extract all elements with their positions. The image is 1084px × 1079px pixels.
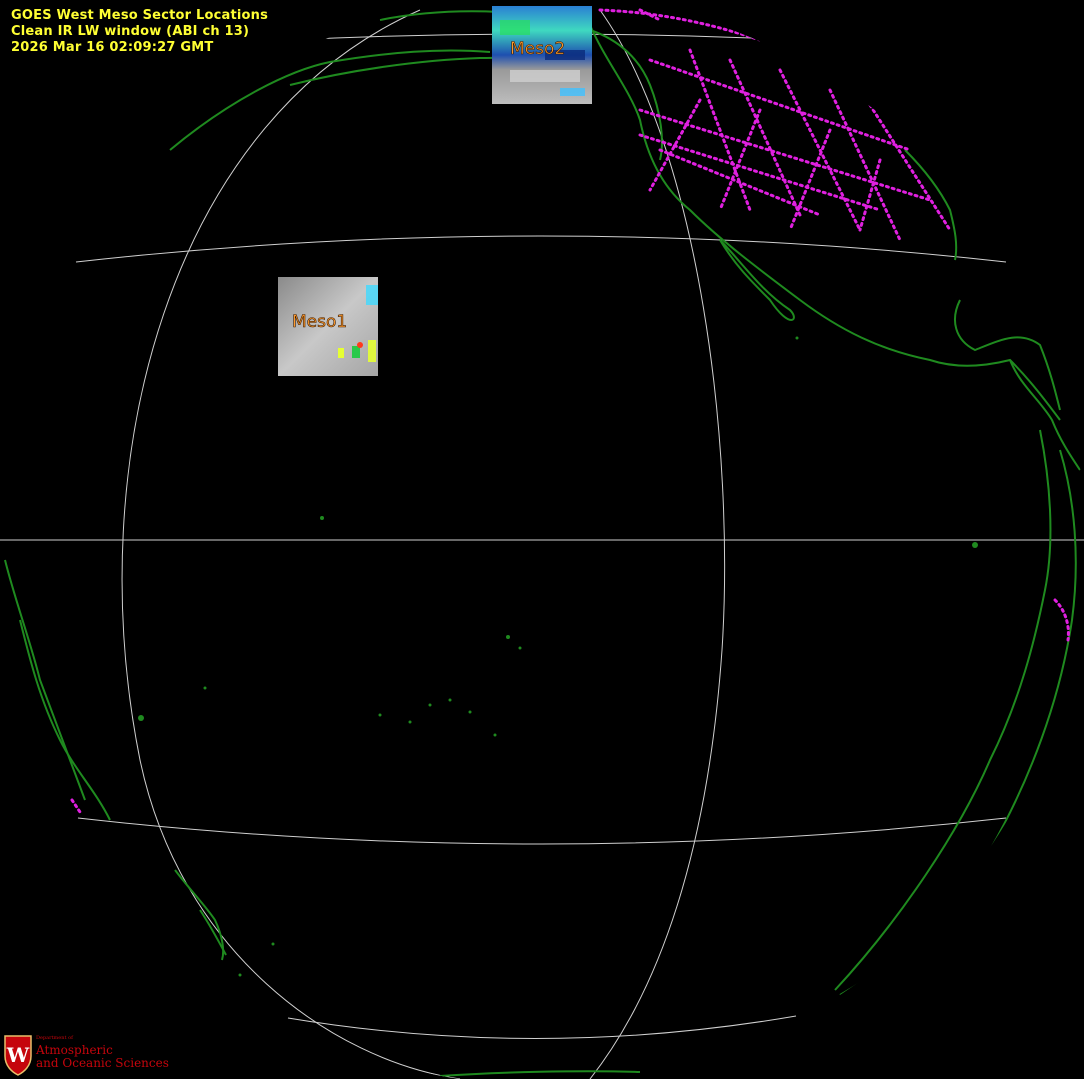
political-borders bbox=[70, 8, 1070, 814]
product-name: Clean IR LW window (ABI ch 13) bbox=[11, 24, 250, 39]
logo-line2: and Oceanic Sciences bbox=[36, 1056, 169, 1070]
logo-line1: Atmospheric bbox=[36, 1043, 113, 1057]
meso1-sector[interactable]: Meso1 bbox=[278, 277, 378, 376]
image-timestamp: 2026 Mar 16 02:09:27 GMT bbox=[11, 40, 214, 55]
satellite-map-view: Meso2 Meso1 GOES West Meso Sector Locati… bbox=[0, 0, 1084, 1079]
meso1-label: Meso1 bbox=[292, 312, 347, 332]
map-title: GOES West Meso Sector Locations bbox=[11, 8, 269, 23]
logo-department: Department of bbox=[36, 1035, 73, 1041]
pacific-islands bbox=[138, 336, 978, 977]
graticule-lines bbox=[0, 9, 1084, 1079]
aos-logo[interactable]: W Department of Atmospheric and Oceanic … bbox=[2, 1032, 169, 1076]
earth-disk-map: Meso2 Meso1 bbox=[0, 6, 1084, 1079]
meso2-sector[interactable]: Meso2 bbox=[492, 6, 592, 104]
crest-letter: W bbox=[6, 1043, 30, 1067]
uw-crest-icon: W bbox=[4, 1035, 32, 1076]
coastlines bbox=[4, 10, 1081, 1077]
meso2-label: Meso2 bbox=[510, 39, 565, 59]
